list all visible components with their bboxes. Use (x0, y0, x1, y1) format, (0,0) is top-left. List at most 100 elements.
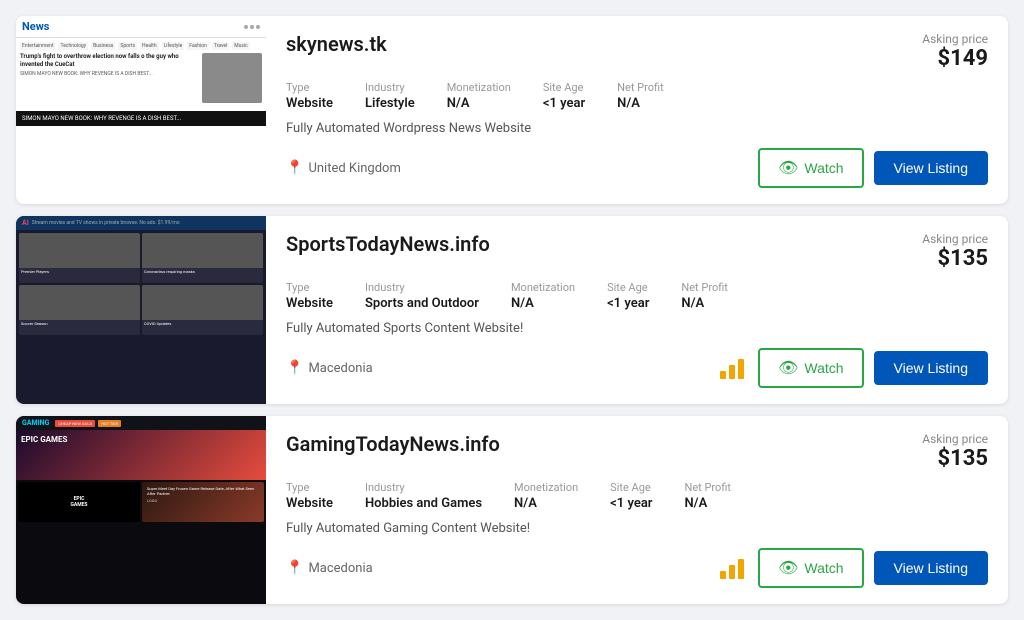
meta-monetization-value: N/A (447, 96, 511, 111)
thumb-headline: Trump's fight to overthrow election now … (20, 53, 198, 69)
thumb-nav-item: Lifestyle (162, 42, 185, 50)
meta-industry-value: Lifestyle (365, 96, 415, 111)
meta-site-age-label: Site Age (607, 281, 649, 294)
thumb-sports-card-text: Premier Players (19, 268, 140, 275)
meta-net-profit: Net Profit N/A (684, 481, 731, 511)
listing-description: Fully Automated Gaming Content Website! (286, 521, 988, 536)
thumb-nav-item: Health (140, 42, 159, 50)
meta-type-value: Website (286, 496, 333, 511)
listing-content: SportsTodayNews.info Asking price $135 T… (266, 216, 1008, 404)
thumb-nav-item: Technology (58, 42, 88, 50)
listing-top: SportsTodayNews.info Asking price $135 (286, 232, 988, 271)
meta-net-profit-label: Net Profit (681, 281, 728, 294)
watch-label: Watch (804, 560, 843, 576)
thumb-gaming-card-text: Super Meet Day Frozen Game Release Date,… (145, 485, 261, 497)
nav-dot (256, 25, 260, 29)
listing-card: News Entertainment Technology Business S… (16, 16, 1008, 204)
listing-actions: 👁 Watch View Listing (720, 548, 988, 588)
location-icon: 📍 (286, 560, 303, 576)
view-listing-button[interactable]: View Listing (874, 551, 988, 585)
location-text: Macedonia (308, 361, 372, 376)
meta-type: Type Website (286, 81, 333, 111)
profit-indicator (720, 557, 744, 579)
meta-site-age: Site Age <1 year (610, 481, 652, 511)
thumb-sports-card: COVID Updates (142, 285, 263, 335)
meta-industry: Industry Lifestyle (365, 81, 415, 111)
meta-industry-label: Industry (365, 481, 482, 494)
view-listing-button[interactable]: View Listing (874, 351, 988, 385)
meta-industry: Industry Hobbies and Games (365, 481, 482, 511)
meta-industry-value: Hobbies and Games (365, 496, 482, 511)
meta-site-age-value: <1 year (607, 296, 649, 311)
listing-title: skynews.tk (286, 32, 387, 56)
listing-top: skynews.tk Asking price $149 (286, 32, 988, 71)
thumb-sports-img (142, 233, 263, 268)
watch-label: Watch (804, 360, 843, 376)
listing-content: GamingTodayNews.info Asking price $135 T… (266, 416, 1008, 604)
profit-bars-icon (720, 357, 744, 379)
meta-site-age: Site Age <1 year (543, 81, 585, 111)
thumb-sports-card-text: Soccer Season (19, 320, 140, 327)
thumb-gaming-card-subtext: LOGO (145, 497, 261, 504)
watch-label: Watch (804, 160, 843, 176)
nav-dot (250, 25, 254, 29)
meta-industry: Industry Sports and Outdoor (365, 281, 479, 311)
listing-thumbnail: GAMING CHEAP NEW GOLD HOT TIER EPIC GAME… (16, 416, 266, 604)
asking-price-block: Asking price $149 (922, 32, 988, 71)
thumb-logo: News (22, 20, 49, 33)
thumb-sports-card-text: Coronavirus requiring masks (142, 268, 263, 275)
thumb-gaming-card: EPICGAMES (18, 482, 140, 522)
asking-price-value: $149 (922, 46, 988, 71)
thumb-sports-nav: Stream movies and TV shows in private br… (32, 220, 180, 226)
listing-actions: 👁 Watch View Listing (758, 148, 988, 188)
nav-dot (244, 25, 248, 29)
eye-icon: 👁 (778, 558, 798, 578)
meta-site-age-label: Site Age (610, 481, 652, 494)
meta-type-label: Type (286, 281, 333, 294)
eye-icon: 👁 (778, 158, 798, 178)
meta-monetization-value: N/A (511, 296, 575, 311)
listing-actions: 👁 Watch View Listing (720, 348, 988, 388)
eye-icon: 👁 (778, 358, 798, 378)
listing-title: SportsTodayNews.info (286, 232, 490, 256)
thumb-bottom-bar: SIMON MAYO NEW BOOK: WHY REVENGE IS A DI… (16, 111, 266, 126)
location-block: 📍 Macedonia (286, 360, 373, 376)
location-block: 📍 United Kingdom (286, 160, 401, 176)
thumb-nav-item: Entertainment (20, 42, 55, 50)
thumb-sports-logo: AI (22, 219, 29, 227)
meta-monetization-label: Monetization (514, 481, 578, 494)
thumb-sports-card-text: COVID Updates (142, 320, 263, 327)
meta-type: Type Website (286, 281, 333, 311)
listing-description: Fully Automated Wordpress News Website (286, 121, 988, 136)
listing-footer: 📍 United Kingdom 👁 Watch View Listing (286, 148, 988, 188)
location-text: Macedonia (308, 561, 372, 576)
meta-industry-label: Industry (365, 281, 479, 294)
location-icon: 📍 (286, 360, 303, 376)
location-block: 📍 Macedonia (286, 560, 373, 576)
watch-button[interactable]: 👁 Watch (758, 548, 863, 588)
meta-monetization: Monetization N/A (514, 481, 578, 511)
thumb-sports-img (142, 285, 263, 320)
listing-thumbnail: News Entertainment Technology Business S… (16, 16, 266, 204)
watch-button[interactable]: 👁 Watch (758, 348, 863, 388)
listing-footer: 📍 Macedonia 👁 Watch V (286, 548, 988, 588)
listings-container: News Entertainment Technology Business S… (16, 16, 1008, 604)
listing-meta: Type Website Industry Sports and Outdoor… (286, 281, 988, 311)
meta-industry-value: Sports and Outdoor (365, 296, 479, 311)
meta-type-label: Type (286, 81, 333, 94)
thumb-gaming-hero-text: EPIC GAMES (21, 435, 261, 444)
meta-site-age-value: <1 year (543, 96, 585, 111)
listing-card: AI Stream movies and TV shows in private… (16, 216, 1008, 404)
asking-price-block: Asking price $135 (922, 232, 988, 271)
watch-button[interactable]: 👁 Watch (758, 148, 863, 188)
listing-top: GamingTodayNews.info Asking price $135 (286, 432, 988, 471)
location-text: United Kingdom (308, 161, 400, 176)
thumb-sports-img (19, 285, 140, 320)
asking-price-label: Asking price (922, 432, 988, 446)
view-listing-button[interactable]: View Listing (874, 151, 988, 185)
thumb-nav-item: Fashion (187, 42, 209, 50)
listing-footer: 📍 Macedonia 👁 Watch (286, 348, 988, 388)
meta-net-profit-value: N/A (684, 496, 731, 511)
asking-price-value: $135 (922, 246, 988, 271)
listing-card: GAMING CHEAP NEW GOLD HOT TIER EPIC GAME… (16, 416, 1008, 604)
